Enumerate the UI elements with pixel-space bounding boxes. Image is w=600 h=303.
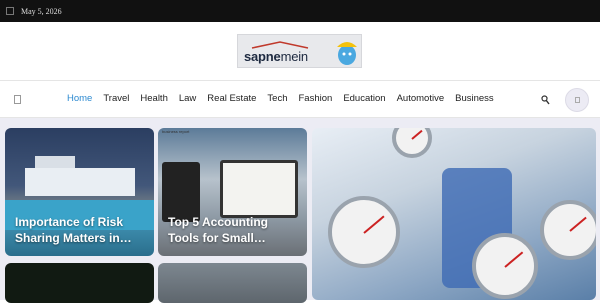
nav-item-tech[interactable]: Tech [267,93,287,104]
post-card-featured-large[interactable] [312,128,596,300]
pressure-gauge-image [392,128,432,158]
current-date: May 5, 2026 [21,6,62,16]
nav-item-business[interactable]: Business [455,93,494,104]
nav-menu: Home Travel Health Law Real Estate Tech … [67,93,505,104]
logo-text: sapnemein [244,49,308,64]
post-card-bottom-middle[interactable] [158,263,307,303]
mascot-icon [337,42,357,65]
calculator-image [162,162,200,222]
nav-item-education[interactable]: Education [343,93,385,104]
calendar-icon [6,7,14,15]
post-title[interactable]: Importance of Risk Sharing Matters in… [15,214,146,246]
house-image [25,156,135,196]
search-icon[interactable] [541,95,550,105]
post-title[interactable]: Top 5 Accounting Tools for Small… [168,214,299,246]
site-logo[interactable]: sapnemein [237,34,362,68]
post-card-bottom-left[interactable] [5,263,154,303]
roof-icon [251,41,309,49]
nav-item-law[interactable]: Law [179,93,196,104]
site-header: sapnemein [0,22,600,80]
featured-posts: Importance of Risk Sharing Matters in… b… [0,118,600,303]
mobile-menu-icon[interactable] [14,95,21,104]
post-card-risk-sharing[interactable]: Importance of Risk Sharing Matters in… [5,128,154,256]
nav-item-travel[interactable]: Travel [103,93,129,104]
nav-item-health[interactable]: Health [140,93,167,104]
toggle-icon [575,97,580,103]
image-caption: business report [162,129,190,134]
main-navigation: Home Travel Health Law Real Estate Tech … [0,80,600,118]
nav-item-fashion[interactable]: Fashion [299,93,333,104]
pressure-gauge-image [472,233,538,299]
nav-item-real-estate[interactable]: Real Estate [207,93,256,104]
nav-item-automotive[interactable]: Automotive [397,93,445,104]
pressure-gauge-image [540,200,596,260]
pressure-gauge-image [328,196,400,268]
nav-item-home[interactable]: Home [67,93,92,104]
top-bar: May 5, 2026 [0,0,600,22]
notebook-image [220,160,298,218]
post-card-accounting-tools[interactable]: business report Top 5 Accounting Tools f… [158,128,307,256]
toggle-button[interactable] [565,88,589,112]
